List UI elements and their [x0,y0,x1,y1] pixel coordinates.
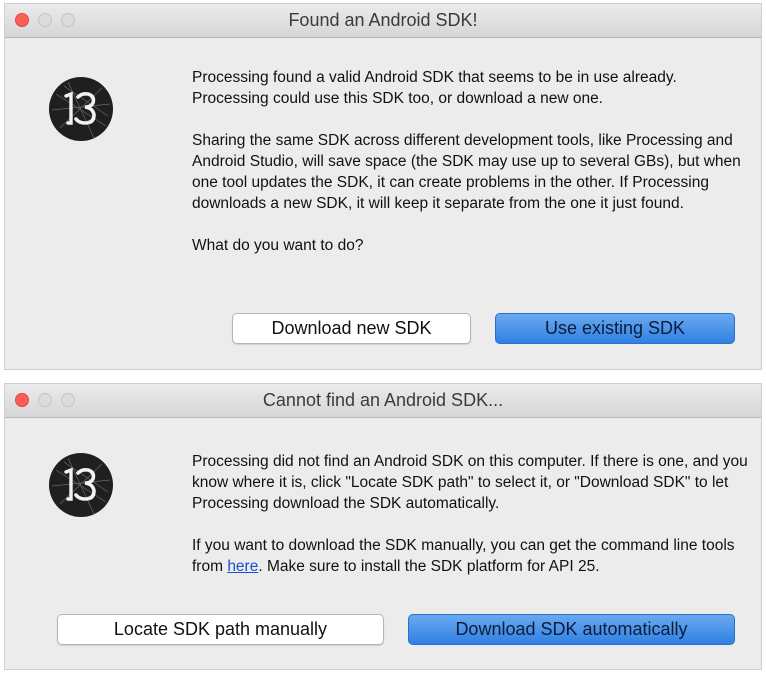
dialog-message: Processing did not find an Android SDK o… [192,451,752,598]
message-paragraph: If you want to download the SDK manually… [192,535,752,577]
use-existing-sdk-button[interactable]: Use existing SDK [495,313,735,344]
processing-logo-icon [49,77,113,141]
message-text: . Make sure to install the SDK platform … [258,558,600,575]
message-paragraph: Sharing the same SDK across different de… [192,132,741,212]
question-text: What do you want to do? [192,237,364,254]
message-paragraph: Processing found a valid Android SDK tha… [192,69,677,107]
found-sdk-dialog: Found an Android SDK! Processing found a… [4,3,762,370]
title-bar: Cannot find an Android SDK... [5,384,761,418]
dialog-title: Found an Android SDK! [288,10,478,30]
dialog-message: Processing found a valid Android SDK tha… [192,67,752,277]
dialog-title: Cannot find an Android SDK... [262,390,504,410]
download-new-sdk-button[interactable]: Download new SDK [232,313,471,344]
processing-logo-icon [49,453,113,517]
cannot-find-sdk-dialog: Cannot find an Android SDK... Processing… [4,383,762,670]
title-bar: Found an Android SDK! [5,4,761,38]
download-sdk-automatically-button[interactable]: Download SDK automatically [408,614,735,645]
message-paragraph: Processing did not find an Android SDK o… [192,453,748,512]
locate-sdk-path-button[interactable]: Locate SDK path manually [57,614,384,645]
here-link[interactable]: here [227,558,258,575]
